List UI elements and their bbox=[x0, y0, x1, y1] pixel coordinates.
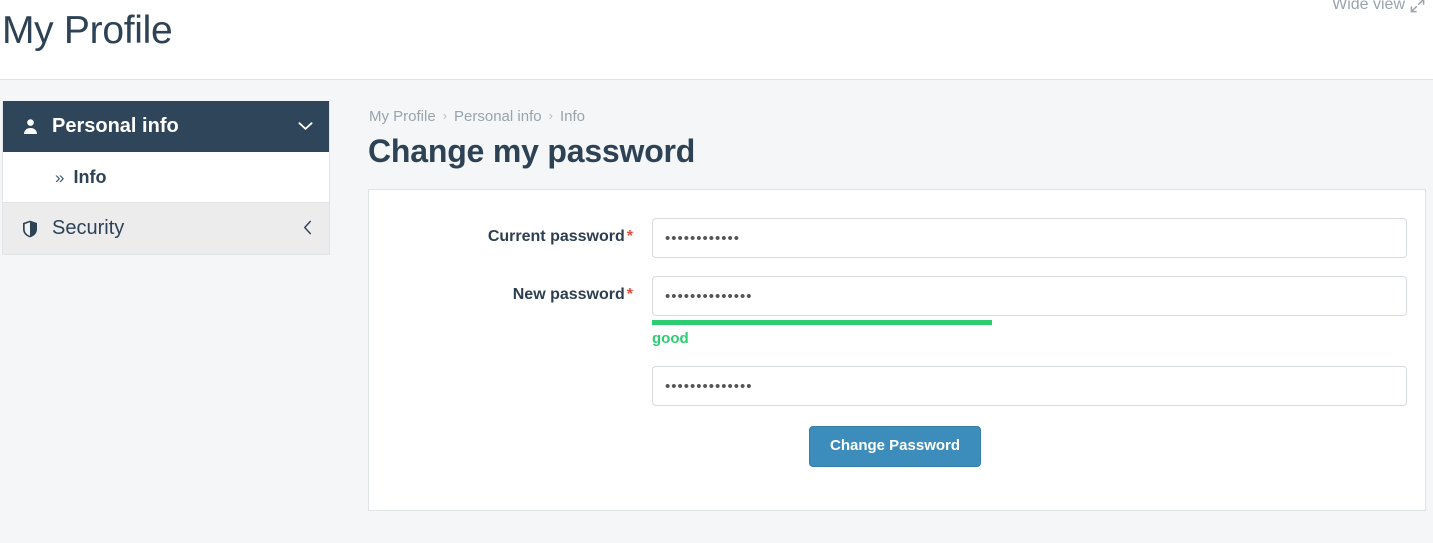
main-content: My Profile › Personal info › Info Change… bbox=[335, 80, 1433, 511]
new-password-label-text: New password bbox=[512, 286, 625, 303]
sidebar: Personal info » Info Security bbox=[0, 80, 335, 255]
current-password-field-wrap bbox=[652, 218, 1407, 258]
expand-diagonal-icon bbox=[1410, 0, 1425, 12]
confirm-password-label bbox=[387, 366, 652, 375]
breadcrumb-item-personal-info[interactable]: Personal info bbox=[454, 106, 542, 127]
current-password-input[interactable] bbox=[652, 218, 1407, 258]
password-strength-meter: good bbox=[652, 320, 1407, 348]
sidebar-group-label: Security bbox=[52, 217, 125, 239]
required-marker: * bbox=[626, 228, 633, 245]
sidebar-group-label: Personal info bbox=[52, 115, 179, 137]
form-actions: Change Password bbox=[387, 426, 1407, 467]
breadcrumb-item-info[interactable]: Info bbox=[560, 106, 585, 127]
current-password-label: Current password * bbox=[387, 218, 652, 248]
breadcrumb-separator-icon: › bbox=[548, 108, 553, 124]
password-strength-label: good bbox=[652, 330, 689, 347]
page-header: My Profile Wide view bbox=[0, 0, 1433, 80]
new-password-label: New password * bbox=[387, 276, 652, 306]
sidebar-item-label: Info bbox=[73, 166, 107, 187]
chevron-left-icon bbox=[303, 220, 313, 238]
content-title: Change my password bbox=[368, 133, 696, 169]
confirm-password-field-wrap bbox=[652, 366, 1407, 406]
sidebar-nav: Personal info » Info Security bbox=[2, 101, 330, 255]
change-password-button[interactable]: Change Password bbox=[809, 426, 982, 467]
double-chevron-right-icon: » bbox=[55, 167, 65, 187]
form-actions-spacer bbox=[387, 426, 652, 467]
breadcrumb-separator-icon: › bbox=[442, 108, 448, 124]
sidebar-group-security[interactable]: Security bbox=[3, 203, 329, 254]
wide-view-toggle[interactable]: Wide view bbox=[1332, 0, 1425, 14]
user-icon bbox=[20, 118, 40, 135]
change-password-card: Current password* New password* bbox=[368, 189, 1426, 511]
new-password-input[interactable] bbox=[652, 276, 1407, 316]
page-body: Personal info » Info Security My Profile… bbox=[0, 80, 1433, 543]
shield-icon bbox=[20, 220, 40, 238]
confirm-password-input[interactable] bbox=[652, 366, 1407, 406]
form-row-new-password: New password* good bbox=[387, 276, 1407, 348]
new-password-field-wrap: good bbox=[652, 276, 1407, 348]
form-row-current-password: Current password * bbox=[387, 218, 1407, 258]
chevron-down-icon bbox=[298, 119, 313, 134]
required-marker: * bbox=[626, 286, 633, 303]
breadcrumb-item-my-profile[interactable]: My Profile bbox=[369, 106, 436, 127]
sidebar-item-info[interactable]: » Info bbox=[3, 152, 329, 203]
password-strength-track bbox=[652, 320, 1407, 325]
current-password-label-text: Current password bbox=[487, 228, 625, 245]
password-strength-bar bbox=[652, 320, 992, 325]
wide-view-label: Wide view bbox=[1332, 0, 1405, 13]
breadcrumb: My Profile › Personal info › Info bbox=[369, 106, 1426, 127]
form-row-confirm-password bbox=[387, 366, 1407, 406]
page-title: My Profile bbox=[2, 9, 173, 52]
sidebar-group-personal-info[interactable]: Personal info bbox=[3, 101, 329, 152]
